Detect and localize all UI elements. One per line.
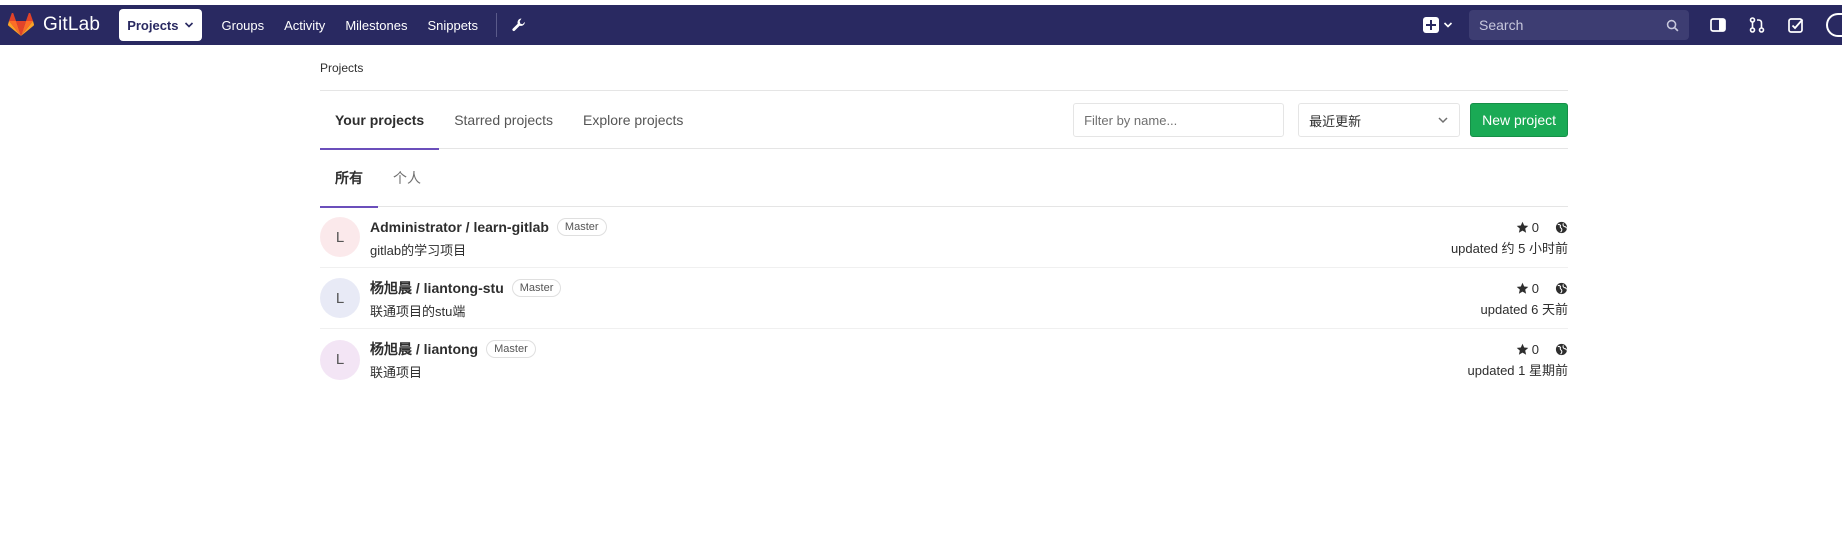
search-box (1469, 10, 1689, 40)
merge-request-icon[interactable] (1748, 16, 1766, 34)
user-avatar[interactable] (1826, 13, 1842, 37)
project-avatar[interactable]: L (320, 217, 360, 257)
project-avatar[interactable]: L (320, 278, 360, 318)
gitlab-tanuki-icon (8, 13, 34, 36)
admin-wrench-icon[interactable] (511, 17, 527, 33)
plus-square-icon (1423, 17, 1439, 33)
new-project-button[interactable]: New project (1470, 103, 1568, 137)
project-updated-time: updated 约 5 小时前 (1450, 241, 1568, 256)
nav-projects-label: Projects (127, 17, 179, 33)
project-meta: 0 updated 约 5 小时前 (1451, 217, 1568, 257)
star-count: 0 (1531, 280, 1539, 296)
project-subtabs: 所有 个人 (320, 149, 1568, 208)
filter-by-name-input[interactable] (1073, 103, 1285, 137)
project-stats: 0 (1516, 217, 1568, 237)
chevron-down-icon (1443, 22, 1453, 28)
project-info: Administrator / learn-gitlab Master gitl… (370, 216, 607, 259)
brand-name: GitLab (43, 14, 101, 35)
globe-icon (1555, 282, 1568, 294)
project-meta: 0 updated 6 天前 (1481, 278, 1568, 318)
project-list: L Administrator / learn-gitlab Master gi… (320, 207, 1568, 390)
tab-your-projects[interactable]: Your projects (320, 91, 440, 150)
star-icon[interactable] (1516, 221, 1529, 234)
chevron-down-icon (1438, 117, 1448, 124)
project-title-link[interactable]: 杨旭晨 / liantong-stu (370, 278, 504, 298)
tab-starred-projects[interactable]: Starred projects (439, 91, 568, 149)
project-description: 联通项目 (370, 365, 423, 380)
project-row: L Administrator / learn-gitlab Master gi… (320, 207, 1568, 268)
project-title-link[interactable]: 杨旭晨 / liantong (370, 339, 478, 359)
sidebar-panel-icon[interactable] (1709, 16, 1727, 34)
project-updated-time: updated 1 星期前 (1467, 363, 1568, 378)
star-icon[interactable] (1516, 282, 1529, 295)
nav-projects-dropdown[interactable]: Projects (119, 9, 202, 41)
project-title-line: 杨旭晨 / liantong-stu Master (370, 277, 562, 299)
subtab-all[interactable]: 所有 (320, 149, 378, 208)
nav-groups[interactable]: Groups (222, 9, 265, 41)
top-navbar: GitLab Projects Groups Activity Mileston… (0, 5, 1842, 45)
project-row: L 杨旭晨 / liantong Master 联通项目 0 updated 1… (320, 329, 1568, 390)
nav-separator (496, 13, 498, 37)
tab-explore-projects[interactable]: Explore projects (568, 91, 698, 149)
gitlab-logo[interactable]: GitLab (8, 5, 100, 45)
nav-milestones[interactable]: Milestones (345, 9, 407, 41)
project-controls: 最近更新 New project (1073, 103, 1568, 137)
project-title-line: Administrator / learn-gitlab Master (370, 216, 607, 238)
nav-links: Projects Groups Activity Milestones Snip… (119, 5, 527, 45)
new-dropdown[interactable] (1423, 17, 1453, 33)
project-avatar[interactable]: L (320, 339, 360, 380)
project-meta: 0 updated 1 星期前 (1468, 339, 1568, 379)
nav-activity[interactable]: Activity (284, 9, 325, 41)
search-icon (1666, 19, 1679, 31)
project-title-line: 杨旭晨 / liantong Master (370, 338, 536, 360)
globe-icon (1555, 221, 1568, 233)
nav-right (1423, 5, 1842, 45)
project-updated-time: updated 6 天前 (1480, 302, 1568, 317)
project-stats: 0 (1516, 278, 1568, 298)
access-level-badge: Master (556, 217, 607, 236)
main-content: Projects Your projects Starred projects … (320, 45, 1568, 390)
project-title-link[interactable]: Administrator / learn-gitlab (370, 219, 549, 235)
project-row: L 杨旭晨 / liantong-stu Master 联通项目的stu端 0 (320, 268, 1568, 329)
subtab-personal[interactable]: 个人 (378, 149, 436, 207)
chevron-down-icon (184, 22, 193, 28)
project-info: 杨旭晨 / liantong Master 联通项目 (370, 338, 536, 381)
nav-snippets[interactable]: Snippets (427, 9, 478, 41)
star-count: 0 (1531, 219, 1539, 235)
todo-check-icon[interactable] (1787, 16, 1805, 34)
project-stats: 0 (1516, 339, 1568, 359)
access-level-badge: Master (511, 278, 562, 297)
search-input[interactable] (1479, 17, 1666, 33)
star-count: 0 (1531, 341, 1539, 357)
breadcrumb[interactable]: Projects (320, 45, 1568, 91)
project-info: 杨旭晨 / liantong-stu Master 联通项目的stu端 (370, 277, 562, 320)
projects-top-row: Your projects Starred projects Explore p… (320, 91, 1568, 150)
sort-selected-value: 最近更新 (1309, 113, 1362, 129)
project-description: gitlab的学习项目 (370, 242, 467, 258)
access-level-badge: Master (486, 340, 536, 358)
star-icon[interactable] (1516, 343, 1529, 356)
globe-icon (1555, 343, 1568, 355)
project-description: 联通项目的stu端 (370, 303, 466, 319)
sort-dropdown[interactable]: 最近更新 (1298, 103, 1461, 137)
